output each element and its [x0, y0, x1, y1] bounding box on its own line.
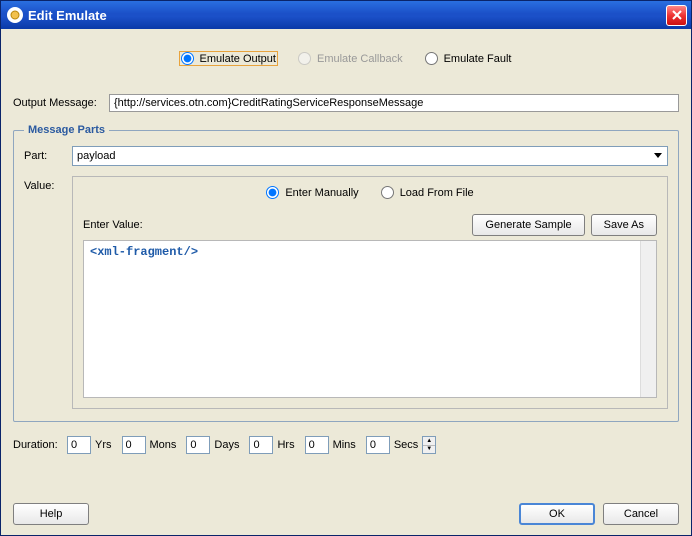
- output-message-label: Output Message:: [13, 97, 101, 109]
- duration-mins-input[interactable]: [305, 436, 329, 454]
- radio-emulate-callback-input: [298, 52, 311, 65]
- radio-load-from-file-label: Load From File: [400, 187, 474, 199]
- value-source-selector: Enter Manually Load From File: [83, 185, 657, 200]
- window-title: Edit Emulate: [28, 8, 666, 23]
- enter-value-label: Enter Value:: [83, 219, 472, 231]
- value-label: Value:: [24, 176, 64, 192]
- part-dropdown-input[interactable]: [72, 146, 668, 166]
- radio-enter-manually-label: Enter Manually: [285, 187, 358, 199]
- radio-load-from-file-input[interactable]: [381, 186, 394, 199]
- value-row: Value: Enter Manually Load From File Ent…: [24, 176, 668, 409]
- radio-emulate-output-label: Emulate Output: [200, 53, 276, 65]
- duration-days-input[interactable]: [186, 436, 210, 454]
- duration-days-unit: Days: [214, 439, 239, 451]
- radio-emulate-output[interactable]: Emulate Output: [179, 51, 278, 66]
- chevron-down-icon[interactable]: [650, 148, 666, 164]
- radio-emulate-callback-label: Emulate Callback: [317, 53, 403, 65]
- duration-yrs-unit: Yrs: [95, 439, 112, 451]
- duration-mons-unit: Mons: [150, 439, 177, 451]
- title-bar: Edit Emulate: [1, 1, 691, 29]
- value-editor[interactable]: <xml-fragment/>: [83, 240, 657, 398]
- part-dropdown[interactable]: [72, 146, 668, 166]
- app-icon: [7, 7, 23, 23]
- output-message-row: Output Message:: [13, 94, 679, 112]
- radio-emulate-callback: Emulate Callback: [296, 51, 405, 66]
- radio-load-from-file[interactable]: Load From File: [379, 185, 476, 200]
- mode-selector: Emulate Output Emulate Callback Emulate …: [13, 29, 679, 94]
- part-row: Part:: [24, 146, 668, 166]
- enter-value-row: Enter Value: Generate Sample Save As: [83, 214, 657, 236]
- radio-enter-manually[interactable]: Enter Manually: [264, 185, 360, 200]
- duration-secs-input[interactable]: [366, 436, 390, 454]
- duration-yrs-input[interactable]: [67, 436, 91, 454]
- radio-emulate-fault-input[interactable]: [425, 52, 438, 65]
- duration-hrs-unit: Hrs: [277, 439, 294, 451]
- close-icon: [672, 10, 682, 20]
- close-button[interactable]: [666, 5, 687, 26]
- message-parts-fieldset: Message Parts Part: Value: Enter Manuall…: [13, 124, 679, 422]
- duration-secs-unit: Secs: [394, 439, 418, 451]
- duration-spinner[interactable]: ▲ ▼: [422, 436, 436, 454]
- duration-row: Duration: Yrs Mons Days Hrs Mins Secs ▲ …: [13, 436, 679, 454]
- generate-sample-button[interactable]: Generate Sample: [472, 214, 584, 236]
- spinner-up-icon[interactable]: ▲: [423, 437, 435, 446]
- scrollbar[interactable]: [640, 241, 656, 397]
- help-button[interactable]: Help: [13, 503, 89, 525]
- duration-hrs-input[interactable]: [249, 436, 273, 454]
- duration-label: Duration:: [13, 439, 63, 451]
- part-label: Part:: [24, 150, 64, 162]
- message-parts-legend: Message Parts: [24, 124, 109, 136]
- duration-mins-unit: Mins: [333, 439, 356, 451]
- radio-emulate-fault-label: Emulate Fault: [444, 53, 512, 65]
- radio-emulate-fault[interactable]: Emulate Fault: [423, 51, 514, 66]
- duration-mons-input[interactable]: [122, 436, 146, 454]
- value-panel: Enter Manually Load From File Enter Valu…: [72, 176, 668, 409]
- ok-button[interactable]: OK: [519, 503, 595, 525]
- dialog-buttons: Help OK Cancel: [13, 503, 679, 525]
- save-as-button[interactable]: Save As: [591, 214, 657, 236]
- spinner-down-icon[interactable]: ▼: [423, 446, 435, 454]
- radio-enter-manually-input[interactable]: [266, 186, 279, 199]
- output-message-field[interactable]: [109, 94, 679, 112]
- radio-emulate-output-input[interactable]: [181, 52, 194, 65]
- cancel-button[interactable]: Cancel: [603, 503, 679, 525]
- value-editor-text[interactable]: <xml-fragment/>: [84, 241, 640, 397]
